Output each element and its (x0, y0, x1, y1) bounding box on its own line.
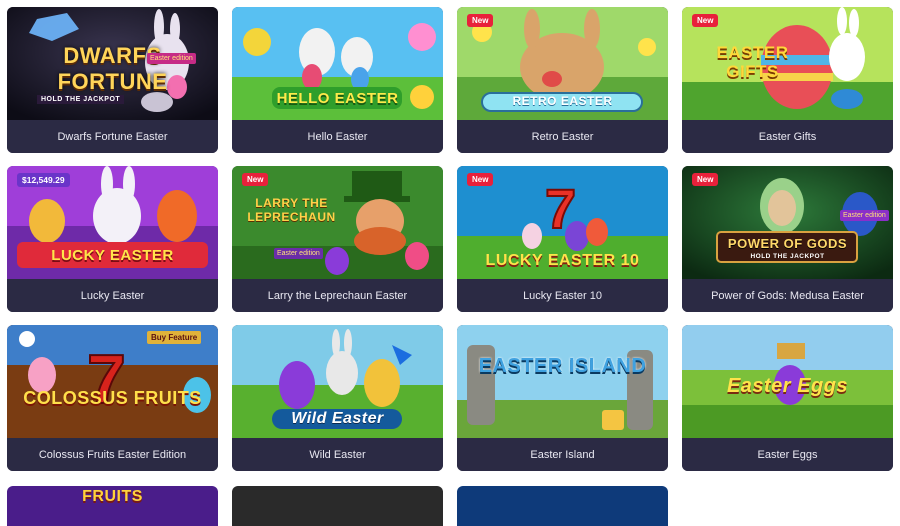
new-badge: New (467, 14, 494, 27)
game-title[interactable]: Easter Island (457, 438, 668, 471)
game-logo: LUCKY EASTER (51, 247, 174, 264)
game-card[interactable]: POWER OF GODS HOLD THE JACKPOT Easter ed… (682, 166, 893, 312)
game-title[interactable]: Lucky Easter 10 (457, 279, 668, 312)
game-title[interactable]: Larry the Leprechaun Easter (232, 279, 443, 312)
game-title[interactable]: Colossus Fruits Easter Edition (7, 438, 218, 471)
game-card[interactable]: LARRY THE LEPRECHAUN Easter edition New … (232, 166, 443, 312)
game-logo: DWARFS FORTUNE (57, 43, 168, 94)
game-title[interactable]: Power of Gods: Medusa Easter (682, 279, 893, 312)
game-thumbnail[interactable]: DWARFS FORTUNE HOLD THE JACKPOT Easter e… (7, 7, 218, 120)
game-thumbnail[interactable]: EASTER ISLAND (457, 325, 668, 438)
game-thumbnail[interactable]: 7 LUCKY EASTER 10 New (457, 166, 668, 279)
game-thumbnail[interactable]: 7 COLOSSUS FRUITS Buy Feature (7, 325, 218, 438)
edition-tag: Easter edition (840, 210, 889, 221)
game-title[interactable]: Easter Eggs (682, 438, 893, 471)
game-card[interactable]: HELLO EASTER Hello Easter (232, 7, 443, 153)
game-card[interactable]: DWARFS FORTUNE HOLD THE JACKPOT Easter e… (7, 7, 218, 153)
game-thumbnail[interactable]: HELLO EASTER (232, 7, 443, 120)
game-thumbnail[interactable]: LUCKY EASTER $12,549.29 (7, 166, 218, 279)
game-logo: FRUITS (82, 488, 143, 505)
game-logo: HELLO EASTER (276, 90, 399, 107)
new-badge: New (467, 173, 494, 186)
game-card[interactable]: 7 LUCKY EASTER 10 New Lucky Easter 10 (457, 166, 668, 312)
game-logo: LARRY THE LEPRECHAUN (247, 196, 336, 224)
game-thumbnail[interactable]: EASTER GIFTS New (682, 7, 893, 120)
game-card[interactable]: RETRO EASTER New Retro Easter (457, 7, 668, 153)
game-title[interactable]: Wild Easter (232, 438, 443, 471)
new-badge: New (242, 173, 269, 186)
game-card-partial[interactable] (457, 486, 668, 526)
game-title[interactable]: Dwarfs Fortune Easter (7, 120, 218, 153)
new-badge: New (692, 173, 719, 186)
game-card[interactable]: EASTER GIFTS New Easter Gifts (682, 7, 893, 153)
game-thumbnail[interactable]: RETRO EASTER New (457, 7, 668, 120)
game-card[interactable]: Wild Easter Wild Easter (232, 325, 443, 471)
game-title[interactable]: Easter Gifts (682, 120, 893, 153)
game-logo: EASTER GIFTS (716, 43, 789, 81)
game-card[interactable]: 7 COLOSSUS FRUITS Buy Feature Colossus F… (7, 325, 218, 471)
edition-tag: Easter edition (274, 248, 323, 259)
game-title[interactable]: Retro Easter (457, 120, 668, 153)
jackpot-badge: $12,549.29 (17, 173, 70, 187)
buy-feature-tag: Buy Feature (147, 331, 202, 344)
game-card[interactable]: LUCKY EASTER $12,549.29 Lucky Easter (7, 166, 218, 312)
game-thumbnail[interactable]: LARRY THE LEPRECHAUN Easter edition New (232, 166, 443, 279)
game-grid: DWARFS FORTUNE HOLD THE JACKPOT Easter e… (7, 7, 893, 471)
game-logo: LUCKY EASTER 10 (485, 252, 640, 269)
game-card[interactable]: Easter Eggs Easter Eggs (682, 325, 893, 471)
game-logo: Wild Easter (291, 410, 384, 427)
game-title[interactable]: Hello Easter (232, 120, 443, 153)
game-thumbnail[interactable]: POWER OF GODS HOLD THE JACKPOT Easter ed… (682, 166, 893, 279)
game-logo: EASTER ISLAND (478, 355, 647, 377)
game-sublogo: HOLD THE JACKPOT (37, 95, 125, 104)
game-thumbnail[interactable]: Wild Easter (232, 325, 443, 438)
game-card-partial[interactable]: FRUITS (7, 486, 218, 526)
game-thumbnail[interactable]: Easter Eggs (682, 325, 893, 438)
game-logo: POWER OF GODS (727, 236, 848, 251)
game-sublogo: HOLD THE JACKPOT (750, 253, 825, 260)
game-card-partial[interactable] (232, 486, 443, 526)
new-badge: New (692, 14, 719, 27)
game-logo: COLOSSUS FRUITS (23, 388, 202, 408)
game-logo: Easter Eggs (726, 375, 849, 397)
game-card[interactable]: EASTER ISLAND Easter Island (457, 325, 668, 471)
edition-tag: Easter edition (147, 53, 196, 64)
game-title[interactable]: Lucky Easter (7, 279, 218, 312)
game-logo: RETRO EASTER (512, 94, 613, 108)
